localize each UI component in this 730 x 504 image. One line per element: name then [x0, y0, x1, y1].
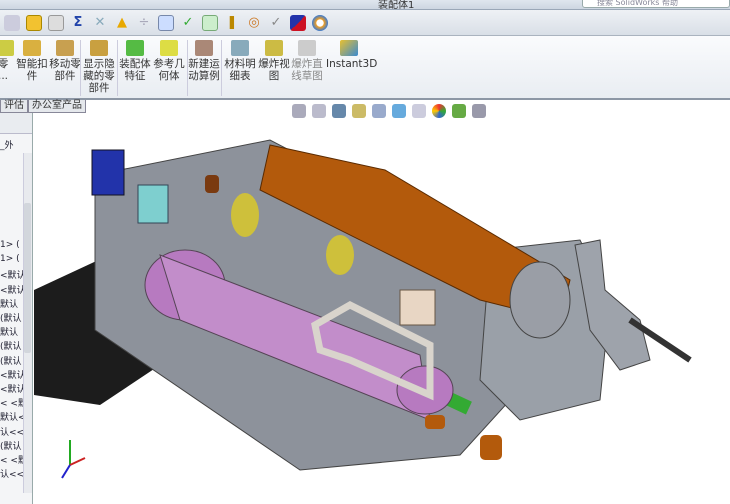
help-search-input[interactable]: 搜索 SolidWorks 帮助	[582, 0, 730, 8]
ribbon-explode-line-sketch[interactable]: 爆炸直 线草图	[290, 40, 324, 82]
zoom-area-icon[interactable]	[312, 104, 326, 118]
tree-item[interactable]: (默认	[0, 354, 22, 367]
ribbon-exploded-view[interactable]: 爆炸视 图	[257, 40, 291, 82]
ribbon-assembly-features[interactable]: 装配体 特征	[118, 40, 152, 82]
hide-show-icon[interactable]	[412, 104, 426, 118]
yellow-coupling-2	[326, 235, 354, 275]
bolt	[205, 175, 219, 193]
view-settings-icon[interactable]	[472, 104, 486, 118]
tree-item[interactable]: 1> (	[0, 254, 20, 264]
tab-evaluate[interactable]: 评估	[0, 100, 28, 113]
instant3d-icon	[340, 40, 358, 56]
tree-item[interactable]: (默认	[0, 439, 22, 452]
clearance-icon[interactable]: ÷	[136, 15, 152, 31]
scrollbar-thumb[interactable]	[24, 203, 31, 353]
tree-item[interactable]: <默认	[0, 368, 26, 381]
move-icon	[56, 40, 74, 56]
display-style-icon[interactable]	[392, 104, 406, 118]
graphics-area[interactable]	[34, 113, 730, 504]
bolt-2	[425, 415, 445, 429]
cyan-block	[137, 184, 169, 224]
fastener-icon	[23, 40, 41, 56]
ribbon-bom[interactable]: 材料明 细表	[223, 40, 257, 82]
tree-item[interactable]: 认<<	[0, 467, 24, 480]
bearing-block	[399, 289, 436, 326]
performance-icon[interactable]: ❚	[224, 15, 240, 31]
tree-scrollbar[interactable]	[23, 153, 32, 493]
gear-icon[interactable]	[4, 14, 20, 31]
explode-icon	[265, 40, 283, 56]
warning-icon[interactable]: ▲	[114, 15, 130, 31]
tree-item[interactable]: 1> (	[0, 240, 20, 250]
tab-office-products[interactable]: 办公室产品	[28, 100, 86, 113]
heads-up-view-toolbar	[292, 104, 486, 118]
tree-item[interactable]: <默认	[0, 382, 26, 395]
assembly-model	[34, 139, 692, 479]
assembly-feature-icon	[126, 40, 144, 56]
view-orientation-icon[interactable]	[372, 104, 386, 118]
yellow-coupling	[231, 193, 259, 237]
command-tabs: 评估 办公室产品	[0, 100, 86, 113]
ribbon-reference-geometry[interactable]: 参考几 何体	[152, 40, 186, 82]
check-circle-icon[interactable]: ✓	[268, 15, 284, 31]
tree-item[interactable]: 认<<	[0, 425, 24, 438]
tree-item[interactable]: (默认	[0, 311, 22, 324]
tree-item[interactable]: 默认	[0, 325, 18, 338]
previous-view-icon[interactable]	[332, 104, 346, 118]
tree-item[interactable]: 默认	[0, 297, 18, 310]
tree-item[interactable]: 默认<	[0, 410, 26, 423]
check-icon[interactable]	[48, 14, 64, 31]
command-manager: 零 ... 智能扣 件 移动零 部件 显示隐 藏的零 部件 装配体 特征 参考几…	[0, 36, 730, 100]
motion-icon	[195, 40, 213, 56]
ribbon-item-part[interactable]: 零 ...	[0, 40, 14, 82]
reference-geometry-icon	[160, 40, 178, 56]
hole-check-icon[interactable]	[158, 14, 174, 31]
tree-root-item[interactable]: _外	[0, 138, 14, 151]
mass-icon[interactable]: ✓	[180, 15, 196, 31]
appearance-icon[interactable]	[432, 104, 446, 118]
appearance-icon[interactable]	[312, 14, 328, 31]
tree-item[interactable]: <默认	[0, 283, 26, 296]
section-view-icon[interactable]	[352, 104, 366, 118]
show-hidden-icon	[90, 40, 108, 56]
panel-header	[0, 113, 32, 134]
bom-icon	[231, 40, 249, 56]
triad-icon	[61, 440, 86, 479]
scene-icon[interactable]	[452, 104, 466, 118]
table-icon[interactable]	[202, 14, 218, 31]
ribbon-move-component[interactable]: 移动零 部件	[48, 40, 82, 82]
title-bar: 装配体1 搜索 SolidWorks 帮助	[0, 0, 730, 11]
ribbon-show-hidden[interactable]: 显示隐 藏的零 部件	[82, 40, 116, 94]
ribbon-instant3d[interactable]: Instant3D	[326, 40, 377, 70]
tree-item[interactable]: (默认	[0, 339, 22, 352]
ribbon-smart-fastener[interactable]: 智能扣 件	[14, 40, 50, 82]
feature-manager-tree: _外 1> (1> (<默认 <默认 默认 (默认 默认 (默认 (默认 <默认 <默认 < <默…	[0, 113, 33, 504]
checkbox-icon[interactable]	[26, 14, 42, 31]
explode-line-icon	[298, 40, 316, 56]
assembly-toolbar: Σ ✕ ▲ ÷ ✓ ❚ ◎ ✓	[0, 10, 730, 36]
spindle-end	[509, 261, 571, 339]
interference-icon[interactable]: ✕	[92, 15, 108, 31]
sigma-icon[interactable]: Σ	[70, 15, 86, 31]
bolt-3	[480, 435, 502, 460]
signal-icon[interactable]: ◎	[246, 15, 262, 31]
color-icon[interactable]	[290, 14, 306, 31]
ribbon-new-motion-study[interactable]: 新建运 动算例	[187, 40, 221, 82]
blue-clamp	[91, 149, 125, 196]
tree-item[interactable]: <默认	[0, 268, 26, 281]
zoom-fit-icon[interactable]	[292, 104, 306, 118]
